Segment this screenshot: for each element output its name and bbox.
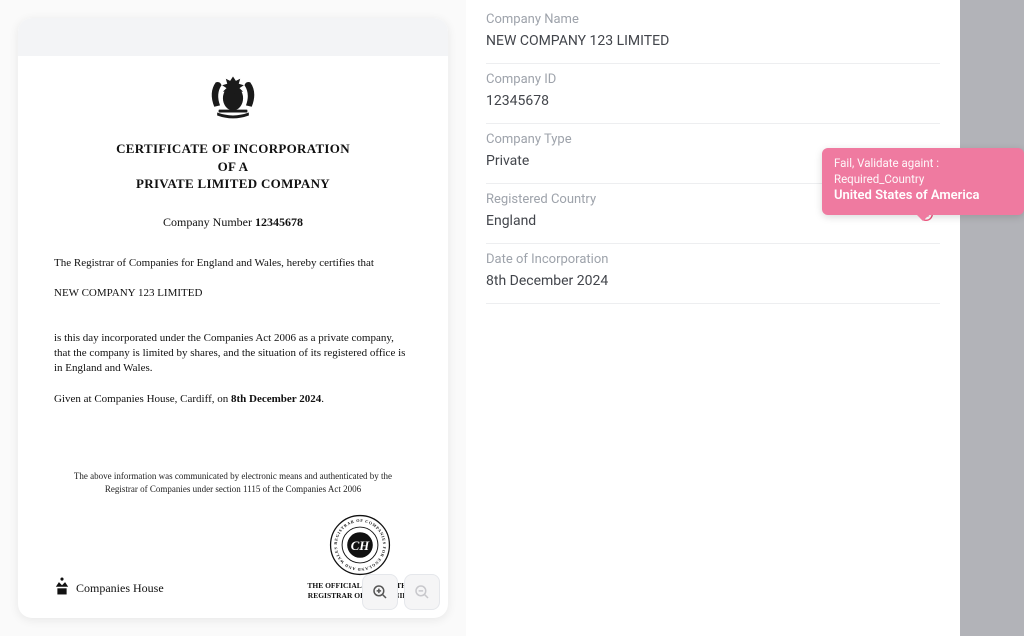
document-body: CERTIFICATE OF INCORPORATION OF A PRIVAT… bbox=[18, 56, 448, 618]
company-number-line: Company Number 12345678 bbox=[54, 215, 412, 230]
field-company-id[interactable]: Company ID 12345678 bbox=[486, 64, 940, 124]
field-label: Company ID bbox=[486, 72, 940, 87]
certificate-body: The Registrar of Companies for England a… bbox=[54, 256, 412, 423]
details-panel: Company Name NEW COMPANY 123 LIMITED Com… bbox=[466, 0, 960, 636]
zoom-out-button[interactable] bbox=[404, 574, 440, 610]
zoom-in-button[interactable] bbox=[362, 574, 398, 610]
validation-tooltip: Fail, Validate againt : Required_Country… bbox=[822, 148, 1024, 215]
crown-icon bbox=[54, 576, 70, 600]
incorporation-para: is this day incorporated under the Compa… bbox=[54, 331, 412, 376]
seal-circle-icon: CH REGISTRAR OF COMPANIES FOR ENGLAND AN… bbox=[328, 513, 392, 577]
cert-title-line1: CERTIFICATE OF INCORPORATION bbox=[54, 140, 412, 158]
document-preview-column: CERTIFICATE OF INCORPORATION OF A PRIVAT… bbox=[0, 0, 466, 636]
details-column: Company Name NEW COMPANY 123 LIMITED Com… bbox=[466, 0, 1024, 636]
document-top-bar bbox=[18, 18, 448, 56]
document-card: CERTIFICATE OF INCORPORATION OF A PRIVAT… bbox=[18, 18, 448, 618]
doc-footer-note: The above information was communicated b… bbox=[54, 470, 412, 495]
companies-house-label: Companies House bbox=[76, 581, 164, 596]
svg-text:CH: CH bbox=[350, 539, 370, 553]
given-at-line: Given at Companies House, Cardiff, on 8t… bbox=[54, 392, 412, 407]
certificate-title: CERTIFICATE OF INCORPORATION OF A PRIVAT… bbox=[54, 140, 412, 193]
cert-title-line2: OF A bbox=[54, 158, 412, 176]
tooltip-line1: Fail, Validate againt : Required_Country bbox=[834, 156, 1012, 187]
tooltip-line2: United States of America bbox=[834, 187, 1012, 205]
registrar-line: The Registrar of Companies for England a… bbox=[54, 256, 412, 271]
field-label: Date of Incorporation bbox=[486, 252, 940, 267]
field-value: NEW COMPANY 123 LIMITED bbox=[486, 33, 940, 49]
field-value: England bbox=[486, 213, 940, 229]
companies-house-block: Companies House bbox=[54, 576, 164, 600]
field-company-name[interactable]: Company Name NEW COMPANY 123 LIMITED bbox=[486, 4, 940, 64]
field-value: 12345678 bbox=[486, 93, 940, 109]
field-label: Company Name bbox=[486, 12, 940, 27]
field-value: 8th December 2024 bbox=[486, 273, 940, 289]
doc-company-name: NEW COMPANY 123 LIMITED bbox=[54, 286, 412, 301]
cert-title-line3: PRIVATE LIMITED COMPANY bbox=[54, 175, 412, 193]
field-date-of-incorporation[interactable]: Date of Incorporation 8th December 2024 bbox=[486, 244, 940, 304]
doc-footer: Companies House CH bbox=[54, 513, 412, 600]
royal-crest-icon bbox=[54, 70, 412, 126]
side-strip bbox=[960, 0, 1024, 636]
field-label: Company Type bbox=[486, 132, 940, 147]
zoom-controls bbox=[362, 574, 440, 610]
company-number-value: 12345678 bbox=[255, 215, 303, 229]
company-number-label: Company Number bbox=[163, 215, 252, 229]
